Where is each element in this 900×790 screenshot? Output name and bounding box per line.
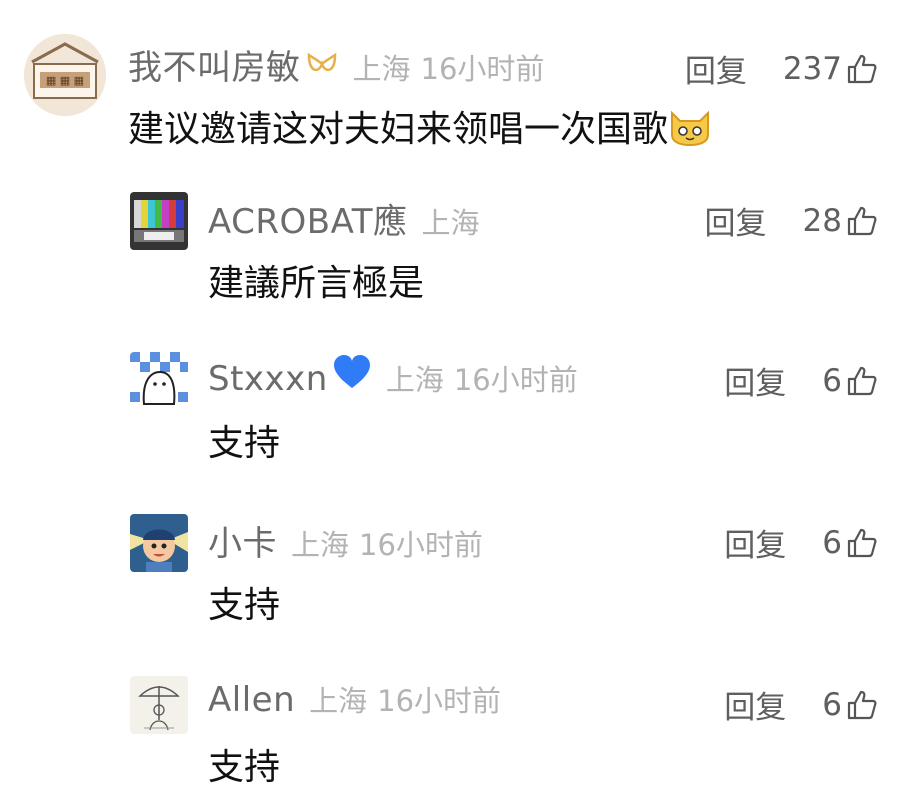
comment-actions: 回复 28 bbox=[705, 198, 878, 243]
like-count: 6 bbox=[822, 362, 842, 399]
reply-button[interactable]: 回复 bbox=[705, 198, 767, 243]
username[interactable]: 我不叫房敏 bbox=[128, 40, 301, 89]
avatar[interactable]: ▦ ▦ ▦ bbox=[24, 34, 106, 116]
reply-item: 小卡 上海 16小时前 回复 6 支持 bbox=[0, 500, 900, 640]
gold-ribbon-icon bbox=[305, 48, 339, 88]
thumbs-up-icon[interactable] bbox=[846, 205, 878, 237]
like-count: 28 bbox=[802, 202, 842, 239]
reply-item: Stxxxn 上海 16小时前 回复 6 支持 bbox=[0, 340, 900, 480]
avatar[interactable] bbox=[130, 514, 188, 572]
comment-text: 支持 bbox=[208, 423, 281, 464]
comment-header: 我不叫房敏 上海 16小时前 bbox=[128, 40, 544, 89]
comment-text-content: 建议邀请这对夫妇来领唱一次国歌 bbox=[128, 109, 669, 150]
comment-text: 建议邀请这对夫妇来领唱一次国歌 bbox=[128, 100, 712, 152]
location: 上海 bbox=[421, 206, 480, 240]
comment-text: 建議所言極是 bbox=[208, 263, 425, 304]
avatar[interactable] bbox=[130, 676, 188, 734]
username[interactable]: 小卡 bbox=[208, 516, 277, 565]
checker-blob-icon bbox=[130, 352, 188, 410]
like-count: 6 bbox=[822, 686, 842, 723]
avatar[interactable] bbox=[130, 352, 188, 410]
comment-header: 小卡 上海 16小时前 bbox=[208, 516, 483, 565]
comment-item: ▦ ▦ ▦ 我不叫房敏 上海 16小时前 回复 237 建议邀请这对夫妇来领唱一… bbox=[0, 0, 900, 170]
thumbs-up-icon[interactable] bbox=[846, 365, 878, 397]
thumbs-up-icon[interactable] bbox=[846, 689, 878, 721]
house-sign-icon: ▦ ▦ ▦ bbox=[24, 34, 106, 116]
location: 上海 bbox=[291, 528, 350, 562]
location: 上海 bbox=[385, 363, 444, 397]
comment-text: 支持 bbox=[208, 747, 281, 788]
reply-button[interactable]: 回复 bbox=[724, 520, 786, 565]
comment-header: Allen 上海 16小时前 bbox=[208, 678, 501, 720]
comment-actions: 回复 237 bbox=[685, 46, 878, 91]
blue-heart-icon bbox=[332, 354, 372, 399]
timestamp: 16小时前 bbox=[453, 363, 578, 397]
timestamp: 16小时前 bbox=[420, 52, 545, 86]
comment-actions: 回复 6 bbox=[724, 682, 878, 727]
comment-header: Stxxxn 上海 16小时前 bbox=[208, 354, 578, 399]
thumbs-up-icon[interactable] bbox=[846, 527, 878, 559]
like-count: 6 bbox=[822, 524, 842, 561]
comment-header: ACROBAT應 上海 bbox=[208, 194, 480, 243]
cartoon-kid-icon bbox=[130, 514, 188, 572]
timestamp: 16小时前 bbox=[377, 684, 502, 718]
location: 上海 bbox=[309, 684, 368, 718]
reply-button[interactable]: 回复 bbox=[724, 358, 786, 403]
reply-item: ACROBAT應 上海 回复 28 建議所言極是 bbox=[0, 180, 900, 320]
username[interactable]: ACROBAT應 bbox=[208, 194, 408, 243]
location: 上海 bbox=[352, 52, 411, 86]
reply-button[interactable]: 回复 bbox=[724, 682, 786, 727]
comment-actions: 回复 6 bbox=[724, 358, 878, 403]
comment-actions: 回复 6 bbox=[724, 520, 878, 565]
username[interactable]: Stxxxn bbox=[208, 359, 328, 399]
comment-text: 支持 bbox=[208, 585, 281, 626]
reply-item: Allen 上海 16小时前 回复 6 支持 bbox=[0, 662, 900, 788]
like-count: 237 bbox=[782, 50, 842, 87]
avatar[interactable] bbox=[130, 192, 188, 250]
svg-text:▦ ▦ ▦: ▦ ▦ ▦ bbox=[46, 74, 84, 87]
timestamp: 16小时前 bbox=[359, 528, 483, 562]
umbrella-sketch-icon bbox=[130, 676, 188, 734]
thumbs-up-icon[interactable] bbox=[846, 53, 878, 85]
username[interactable]: Allen bbox=[208, 680, 295, 720]
cat-face-emoji-icon bbox=[668, 107, 712, 147]
tv-test-pattern-icon bbox=[130, 192, 188, 250]
reply-button[interactable]: 回复 bbox=[685, 46, 747, 91]
